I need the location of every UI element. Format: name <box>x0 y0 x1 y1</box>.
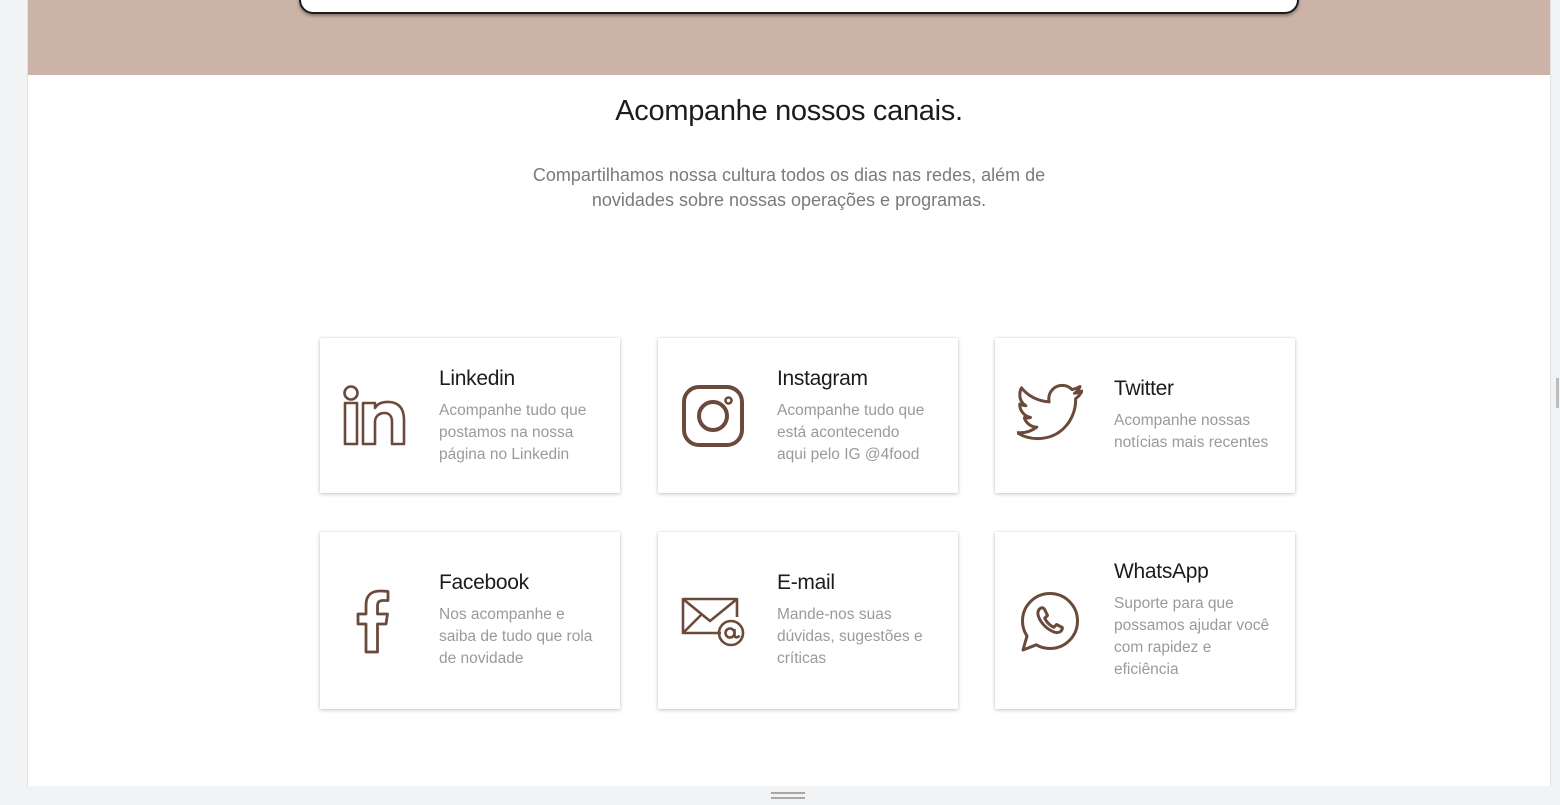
description-line: com rapidez e <box>1114 639 1212 656</box>
hero-band <box>28 0 1550 75</box>
hero-card <box>299 0 1299 14</box>
email-icon <box>678 586 748 656</box>
twitter-icon <box>1015 376 1085 446</box>
channel-name: WhatsApp <box>1114 560 1209 583</box>
description-line: Acompanhe tudo que <box>439 402 587 419</box>
channel-name: Linkedin <box>439 367 515 390</box>
channel-card-twitter[interactable]: Twitter Acompanhe nossas notícias mais r… <box>995 338 1295 493</box>
description-line: de novidade <box>439 650 524 667</box>
channel-card-linkedin[interactable]: Linkedin Acompanhe tudo que postamos na … <box>320 338 620 493</box>
section-subtitle: Compartilhamos nossa cultura todos os di… <box>509 163 1069 213</box>
description-line: notícias mais recentes <box>1114 434 1269 451</box>
description-line: possamos ajudar você <box>1114 617 1270 634</box>
whatsapp-icon <box>1015 586 1085 656</box>
page-frame: Acompanhe nossos canais. Compartilhamos … <box>27 0 1551 786</box>
channel-name: Twitter <box>1114 377 1174 400</box>
channel-description: Mande-nos suas dúvidas, sugestões e crít… <box>777 604 946 670</box>
instagram-icon <box>678 381 748 451</box>
description-line: Nos acompanhe e <box>439 606 565 623</box>
channel-description: Acompanhe nossas notícias mais recentes <box>1114 410 1283 454</box>
channel-name: Facebook <box>439 571 529 594</box>
channel-description: Acompanhe tudo que postamos na nossa pág… <box>439 400 608 466</box>
subtitle-line: novidades sobre nossas operações e progr… <box>591 190 987 210</box>
description-line: aqui pelo IG @4food <box>777 446 920 463</box>
resize-handle[interactable] <box>771 792 805 802</box>
channel-description: Suporte para que possamos ajudar você co… <box>1114 593 1283 681</box>
description-line: Acompanhe tudo que <box>777 402 925 419</box>
facebook-icon <box>340 586 410 656</box>
channel-description: Acompanhe tudo que está acontecendo aqui… <box>777 400 946 466</box>
scrollbar-thumb[interactable] <box>1556 378 1559 408</box>
channel-description: Nos acompanhe e saiba de tudo que rola d… <box>439 604 608 670</box>
description-line: está acontecendo <box>777 424 900 441</box>
description-line: Acompanhe nossas <box>1114 412 1251 429</box>
channel-card-email[interactable]: E-mail Mande-nos suas dúvidas, sugestões… <box>658 532 958 709</box>
channel-name: Instagram <box>777 367 868 390</box>
subtitle-line: Compartilhamos nossa cultura todos os di… <box>532 165 1046 185</box>
channel-card-facebook[interactable]: Facebook Nos acompanhe e saiba de tudo q… <box>320 532 620 709</box>
description-line: críticas <box>777 650 827 667</box>
linkedin-icon <box>340 381 410 451</box>
description-line: página no Linkedin <box>439 446 570 463</box>
description-line: eficiência <box>1114 661 1179 678</box>
description-line: Suporte para que <box>1114 595 1234 612</box>
section-title: Acompanhe nossos canais. <box>615 95 963 127</box>
channel-name: E-mail <box>777 571 835 594</box>
description-line: Mande-nos suas <box>777 606 892 623</box>
description-line: dúvidas, sugestões e <box>777 628 923 645</box>
description-line: postamos na nossa <box>439 424 574 441</box>
channel-card-instagram[interactable]: Instagram Acompanhe tudo que está aconte… <box>658 338 958 493</box>
description-line: saiba de tudo que rola <box>439 628 593 645</box>
channel-card-whatsapp[interactable]: WhatsApp Suporte para que possamos ajuda… <box>995 532 1295 709</box>
